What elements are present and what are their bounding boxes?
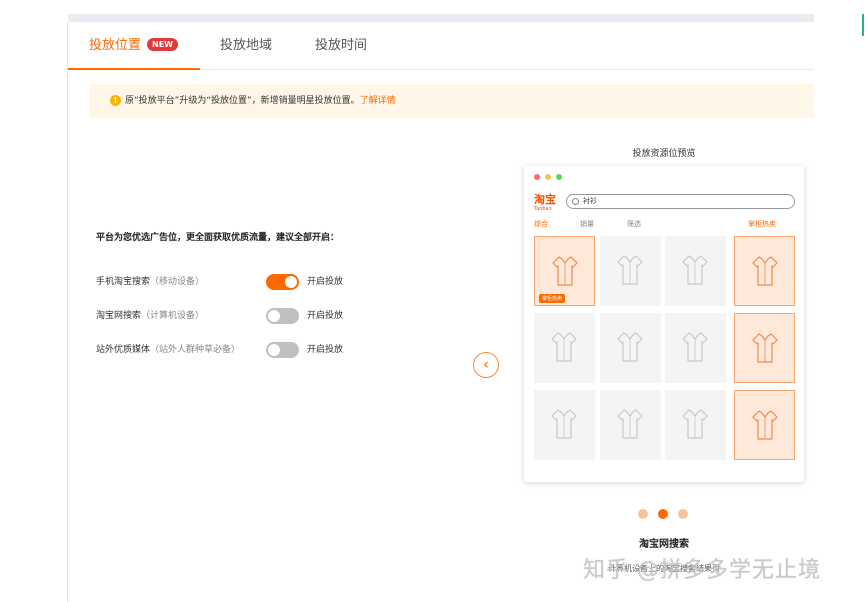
carousel-dot-1[interactable] [638, 509, 648, 519]
preview-caption: 淘宝网搜索 [639, 539, 689, 550]
product-card-highlighted: 掌柜热卖 [534, 236, 595, 306]
placement-row-pc-search: 淘宝网搜索（计算机设备） [96, 308, 204, 324]
product-card-highlighted [734, 313, 795, 383]
panel-border [67, 22, 68, 602]
tab-placement-label: 投放位置 [89, 38, 142, 53]
window-maximize-dot [556, 174, 562, 180]
sort-tab-general: 综合 [534, 220, 548, 228]
window-close-dot [534, 174, 540, 180]
toggle-label: 开启投放 [307, 345, 344, 355]
sort-tab-sales: 销量 [580, 220, 594, 228]
toggle-pc-search[interactable] [266, 308, 299, 324]
carousel-dot-3[interactable] [678, 509, 688, 519]
toggle-mobile-search[interactable] [266, 274, 299, 290]
sort-tab-filter: 筛选 [627, 220, 641, 228]
edge-marker [862, 14, 864, 36]
active-tab-indicator [68, 68, 200, 70]
product-card [600, 236, 661, 306]
placement-row-external-media: 站外优质媒体（站外人群种草必备） [96, 342, 240, 358]
product-card [600, 390, 661, 460]
carousel-dot-2[interactable] [658, 509, 668, 519]
placement-device: （站外人群种草必备） [150, 345, 241, 355]
new-badge: NEW [147, 38, 178, 51]
hot-sale-tag: 掌柜热卖 [539, 294, 566, 303]
tab-region-label: 投放地域 [220, 38, 273, 53]
toggle-knob [268, 310, 280, 322]
tab-placement[interactable]: 投放位置 NEW [89, 22, 178, 70]
product-card [600, 313, 661, 383]
notice-text: 原“投放平台”升级为“投放位置”，新增销量明星投放位置。 [125, 96, 360, 106]
product-card-highlighted [734, 236, 795, 306]
tab-region[interactable]: 投放地域 [220, 22, 272, 70]
toggle-knob [285, 276, 297, 288]
warning-icon: ! [110, 95, 121, 106]
notice-detail-link[interactable]: 了解详情 [360, 96, 396, 106]
product-card [665, 390, 726, 460]
placement-device: （移动设备） [150, 277, 205, 287]
hot-sale-label: 掌柜热卖 [748, 220, 776, 228]
taobao-logo-sub: Taobao [534, 206, 552, 212]
tab-time-label: 投放时间 [315, 38, 368, 53]
preview-search-input: 衬衫 [566, 194, 795, 209]
top-bar [68, 14, 814, 22]
placement-name: 站外优质媒体 [96, 345, 151, 355]
product-card [665, 236, 726, 306]
preview-window: 淘宝 Taobao 衬衫 综合 销量 筛选 掌柜热卖 掌柜热卖 [524, 166, 804, 482]
chevron-left-icon: ‹ [483, 355, 489, 373]
toggle-label: 开启投放 [307, 311, 344, 321]
placement-intro: 平台为您优选广告位，更全面获取优质流量，建议全部开启： [96, 233, 340, 243]
toggle-knob [268, 344, 280, 356]
carousel-prev-button[interactable]: ‹ [473, 352, 499, 378]
product-card [534, 390, 595, 460]
taobao-logo: 淘宝 [534, 193, 556, 206]
placement-name: 淘宝网搜索 [96, 311, 142, 321]
tab-bar: 投放位置 NEW 投放地域 投放时间 [68, 22, 814, 70]
preview-title: 投放资源位预览 [632, 149, 696, 159]
product-card [534, 313, 595, 383]
toggle-external-media[interactable] [266, 342, 299, 358]
placement-row-mobile-search: 手机淘宝搜索（移动设备） [96, 274, 204, 290]
window-minimize-dot [545, 174, 551, 180]
product-card [665, 313, 726, 383]
toggle-label: 开启投放 [307, 277, 344, 287]
placement-name: 手机淘宝搜索 [96, 277, 151, 287]
product-card-highlighted [734, 390, 795, 460]
tab-time[interactable]: 投放时间 [315, 22, 367, 70]
notice-banner: ! 原“投放平台”升级为“投放位置”，新增销量明星投放位置。了解详情 [89, 84, 814, 118]
watermark: 知乎 @拼多多学无止境 [583, 558, 821, 583]
placement-device: （计算机设备） [141, 311, 205, 321]
search-value: 衬衫 [583, 197, 597, 205]
search-icon [572, 198, 579, 205]
